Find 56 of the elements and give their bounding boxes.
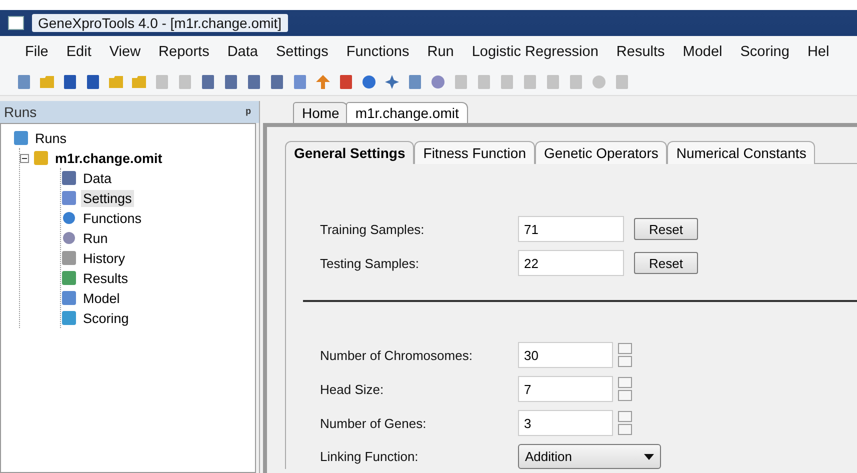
window-title: GeneXproTools 4.0 - [m1r.change.omit] (32, 14, 288, 32)
arrow-icon[interactable] (315, 74, 331, 90)
menu-item[interactable]: Results (607, 44, 674, 60)
menu-item[interactable]: View (100, 44, 150, 60)
input-field[interactable]: 22 (518, 250, 624, 276)
reset-button[interactable]: Reset (634, 218, 698, 240)
spin-down-button[interactable] (618, 356, 632, 367)
tree-item[interactable]: Results (81, 270, 130, 286)
menu-item[interactable]: File (16, 44, 58, 60)
reset-button[interactable]: Reset (634, 252, 698, 274)
settings-tab[interactable]: Genetic Operators (534, 141, 668, 164)
spin-up-button[interactable] (618, 411, 632, 422)
field-label: Number of Chromosomes: (320, 348, 474, 362)
menu-item[interactable]: Hel (798, 44, 838, 60)
spin-down-button[interactable] (618, 424, 632, 435)
menu-item[interactable]: Reports (150, 44, 218, 60)
menu-item[interactable]: Data (218, 44, 267, 60)
dropdown[interactable]: Addition (518, 444, 661, 469)
tree-item[interactable]: m1r.change.omit (53, 150, 164, 166)
menu-item[interactable]: Model (674, 44, 732, 60)
spin-up-button[interactable] (618, 343, 632, 354)
menu-item[interactable]: Scoring (731, 44, 798, 60)
panel-title: Runs (4, 104, 37, 120)
tree-item[interactable]: Data (81, 170, 114, 186)
number-field[interactable]: 30 (518, 342, 613, 368)
settings-tab[interactable]: Fitness Function (414, 141, 535, 164)
field-label: Number of Genes: (320, 416, 428, 430)
tree-item[interactable]: Runs (33, 130, 69, 146)
document-tab[interactable]: m1r.change.omit (346, 102, 468, 123)
menu-item[interactable]: Logistic Regression (462, 44, 608, 60)
collapse-icon[interactable] (20, 154, 29, 162)
spin-down-button[interactable] (618, 390, 632, 401)
tree-item[interactable]: Settings (81, 190, 134, 206)
app-icon (8, 16, 24, 30)
caret-icon (644, 454, 654, 460)
input-field[interactable]: 71 (518, 216, 624, 242)
number-field[interactable]: 3 (518, 410, 613, 436)
settings-tab[interactable]: General Settings (285, 141, 414, 164)
number-field[interactable]: 7 (518, 376, 613, 402)
tree-item[interactable]: Model (81, 290, 122, 306)
tree-item[interactable]: History (81, 250, 128, 266)
tree-item[interactable]: Run (81, 230, 110, 246)
menu-item[interactable]: Settings (266, 44, 338, 60)
spin-up-button[interactable] (618, 377, 632, 388)
menu-item[interactable]: Edit (57, 44, 100, 60)
document-tab[interactable]: Home (293, 102, 348, 123)
field-label: Linking Function: (320, 449, 420, 464)
menu-item[interactable]: Run (418, 44, 463, 60)
settings-tab[interactable]: Numerical Constants (667, 141, 816, 164)
pin-button[interactable]: ᵖ (246, 104, 251, 120)
field-label: Testing Samples: (320, 256, 420, 270)
tree-item[interactable]: Scoring (81, 310, 131, 326)
field-label: Training Samples: (320, 222, 426, 236)
tree-item[interactable]: Functions (81, 210, 144, 226)
field-label: Head Size: (320, 382, 385, 396)
menu-item[interactable]: Functions (337, 44, 418, 60)
